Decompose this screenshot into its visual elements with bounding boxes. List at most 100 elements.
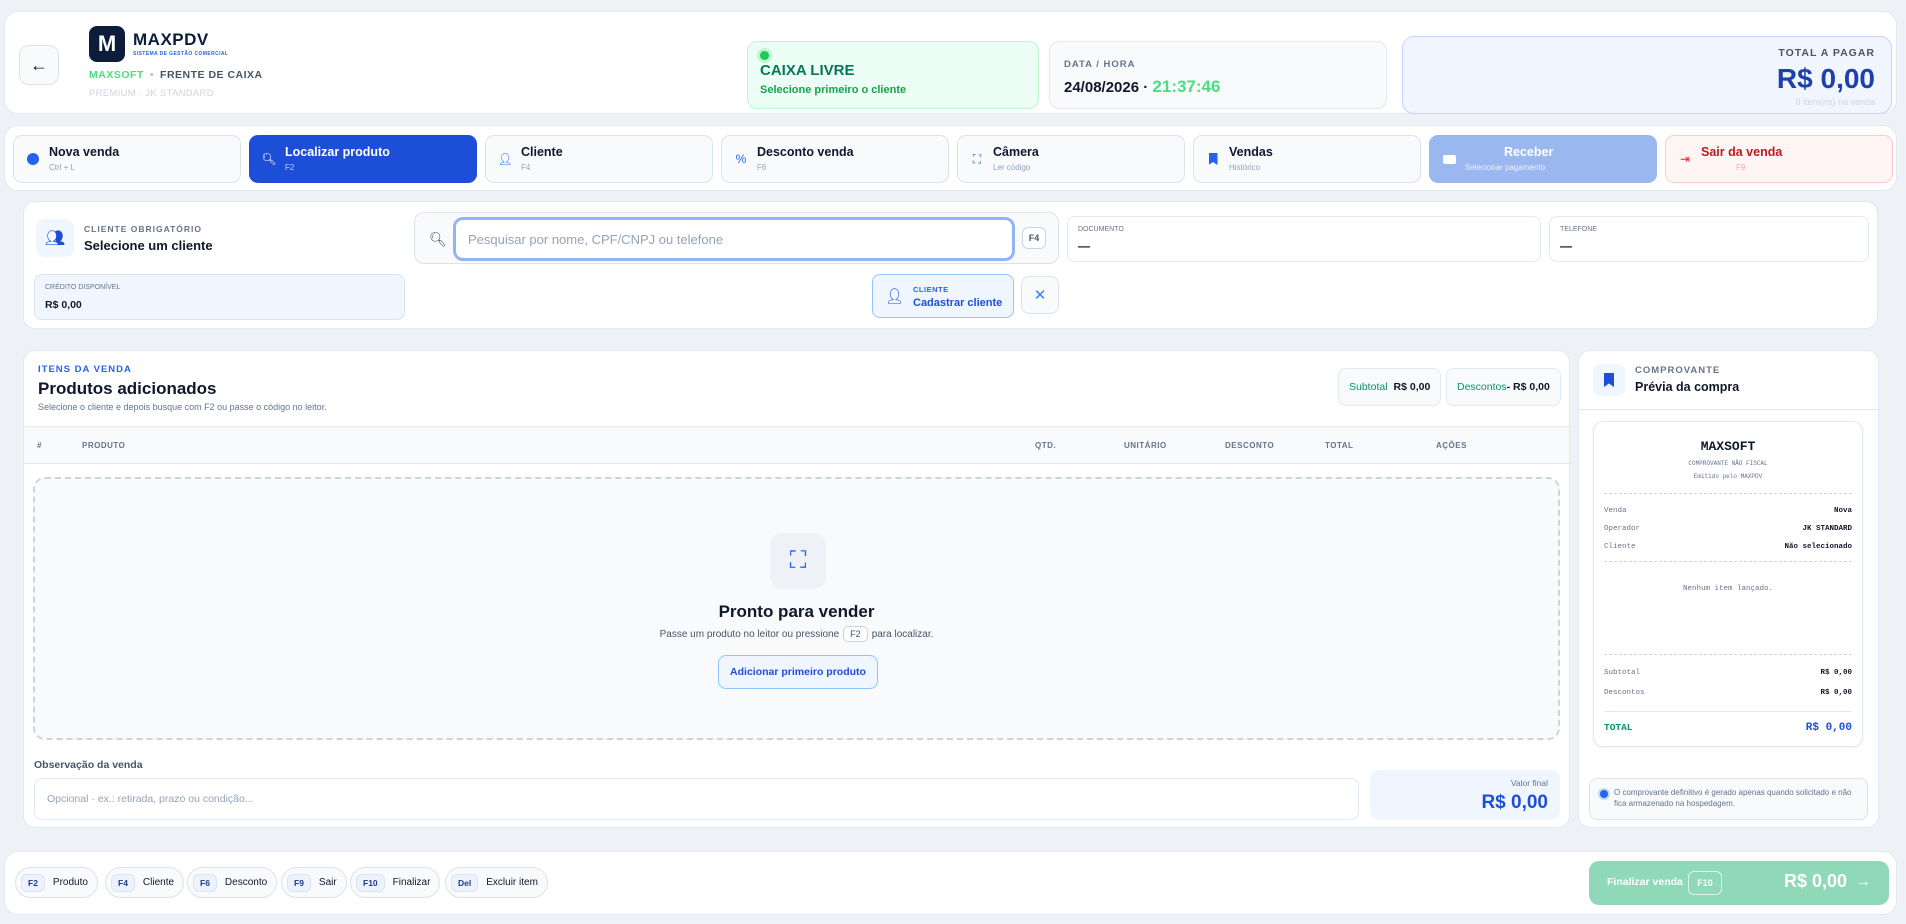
sale-discount-button[interactable]: % Desconto venda F6 xyxy=(721,135,949,183)
shortcut-exit[interactable]: F9 Sair xyxy=(281,867,347,898)
client-panel: 👥︎ CLIENTE OBRIGATÓRIO Selecione um clie… xyxy=(23,201,1878,329)
subtotal-pill-value: R$ 0,00 xyxy=(1393,381,1431,393)
receipt-divider xyxy=(1579,409,1878,410)
shortcut-label: Produto xyxy=(52,877,88,888)
shortcut-client[interactable]: F4 Cliente xyxy=(105,867,185,898)
receive-button[interactable]: Receber Selecionar pagamento xyxy=(1429,135,1657,183)
discount-pill-value: - R$ 0,00 xyxy=(1506,381,1550,393)
new-sale-shortcut: Ctrl + L xyxy=(49,163,76,172)
col-discount: DESCONTO xyxy=(1225,441,1275,450)
receipt-company: MAXSOFT xyxy=(1700,439,1756,454)
col-product: PRODUTO xyxy=(82,441,126,450)
new-sale-button[interactable]: Nova venda Ctrl + L xyxy=(13,135,241,183)
client-search-input[interactable] xyxy=(453,217,1015,261)
bookmark-icon xyxy=(1206,152,1220,166)
receipt-total-value: R$ 0,00 xyxy=(1805,722,1852,734)
breadcrumb: MAXSOFT • FRENTE DE CAIXA xyxy=(89,69,263,81)
exit-sale-button[interactable]: ⇥ Sair da venda F9 xyxy=(1665,135,1893,183)
shortcut-key: F6 xyxy=(193,873,217,892)
receipt-row-sale: Venda Nova xyxy=(1604,507,1852,515)
camera-shortcut: Ler código xyxy=(993,163,1031,172)
receipt-issuer: Emitido pelo MAXPDV xyxy=(1693,473,1763,480)
sales-history-shortcut: Histórico xyxy=(1229,163,1261,172)
col-total: TOTAL xyxy=(1325,441,1354,450)
brand-name: MAXPDV xyxy=(133,30,209,49)
receipt-divider xyxy=(1604,711,1852,712)
date-value: 24/08/2026 · xyxy=(1064,79,1153,96)
receipt-notice: O comprovante definitivo é gerado apenas… xyxy=(1589,778,1868,820)
arrow-right-icon: → xyxy=(1855,873,1871,890)
shortcut-key: F10 xyxy=(356,873,385,892)
user-plus-icon: 👤︎ xyxy=(885,288,905,305)
shortcut-delete-item[interactable]: Del Excluir item xyxy=(445,867,548,898)
col-unit-price: UNITÁRIO xyxy=(1124,441,1167,450)
subtotal-pill-label: Subtotal xyxy=(1349,381,1388,393)
breadcrumb-company: MAXSOFT xyxy=(89,69,144,81)
receipt-discounts: Descontos R$ 0,00 xyxy=(1604,689,1852,697)
receipt-subtitle: COMPROVANTE NÃO FISCAL xyxy=(1688,460,1768,467)
camera-button[interactable]: ⛶ Câmera Ler código xyxy=(957,135,1185,183)
receipt-total: TOTAL R$ 0,00 xyxy=(1604,722,1852,734)
document-value: — xyxy=(1078,239,1090,253)
cash-status: CAIXA LIVRE Selecione primeiro o cliente xyxy=(747,41,1039,109)
client-search-box: 🔍︎ F4 xyxy=(414,212,1059,264)
datetime-value: 24/08/2026 · 21:37:46 xyxy=(1064,77,1220,97)
total-to-pay-label: TOTAL A PAGAR xyxy=(1778,47,1875,59)
register-client-button[interactable]: 👤︎ CLIENTE Cadastrar cliente xyxy=(872,274,1014,318)
client-button[interactable]: 👤︎ Cliente F4 xyxy=(485,135,713,183)
receipt-subtotal-value: R$ 0,00 xyxy=(1820,669,1852,677)
search-shortcut-badge: F4 xyxy=(1022,227,1046,249)
available-credit: CRÉDITO DISPONÍVEL R$ 0,00 xyxy=(34,274,405,320)
find-product-button[interactable]: 🔍︎ Localizar produto F2 xyxy=(249,135,477,183)
shortcut-label: Sair xyxy=(318,877,337,888)
clear-client-button[interactable]: ✕ xyxy=(1021,276,1059,314)
receipt-row-value: JK STANDARD xyxy=(1802,525,1852,533)
sale-note-input[interactable] xyxy=(34,778,1359,820)
sales-history-label: Vendas xyxy=(1229,145,1273,159)
brand-subtitle: SISTEMA DE GESTÃO COMERCIAL xyxy=(133,51,229,57)
receipt-row-key: Cliente xyxy=(1604,543,1636,551)
receipt-eyebrow: COMPROVANTE xyxy=(1635,365,1721,376)
client-label: Cliente xyxy=(521,145,563,159)
receipt-row-operator: Operador JK STANDARD xyxy=(1604,525,1852,533)
register-client-label: Cadastrar cliente xyxy=(913,297,1003,309)
shortcut-key: F4 xyxy=(111,873,135,892)
receipt-divider xyxy=(1604,493,1852,494)
shortcut-key: F9 xyxy=(287,873,311,892)
back-button[interactable]: ← xyxy=(19,45,59,85)
empty-desc-post: para localizar. xyxy=(871,629,934,640)
shortcut-product[interactable]: F2 Produto xyxy=(15,867,98,898)
total-to-pay-value: R$ 0,00 xyxy=(1776,63,1875,94)
bookmark-icon xyxy=(1593,364,1625,396)
shortcut-finish[interactable]: F10 Finalizar xyxy=(350,867,441,898)
search-icon: 🔍︎ xyxy=(261,152,277,166)
discount-pill-label: Descontos xyxy=(1457,381,1507,393)
users-icon: 👥︎ xyxy=(36,219,74,257)
shortcut-label: Desconto xyxy=(224,877,268,888)
receipt-subtotal: Subtotal R$ 0,00 xyxy=(1604,669,1852,677)
receipt-panel: COMPROVANTE Prévia da compra MAXSOFT COM… xyxy=(1578,350,1879,828)
items-description: Selecione o cliente e depois busque com … xyxy=(38,402,327,412)
items-eyebrow: ITENS DA VENDA xyxy=(38,364,132,375)
shortcut-discount[interactable]: F6 Desconto xyxy=(187,867,278,898)
add-first-product-button[interactable]: Adicionar primeiro produto xyxy=(718,655,878,689)
find-product-label: Localizar produto xyxy=(285,145,390,159)
breadcrumb-separator: • xyxy=(149,69,155,81)
finish-sale-button[interactable]: Finalizar venda F10 R$ 0,00 → xyxy=(1589,861,1889,905)
scan-icon: ⛶ xyxy=(972,151,982,166)
finish-sale-label: Finalizar venda xyxy=(1607,876,1683,888)
sales-history-button[interactable]: Vendas Histórico xyxy=(1193,135,1421,183)
exit-icon: ⇥ xyxy=(1679,152,1691,166)
receipt-subtotal-label: Subtotal xyxy=(1604,669,1641,677)
dot-icon xyxy=(26,152,40,166)
subtotal-pill: Subtotal R$ 0,00 xyxy=(1338,368,1442,406)
phone-field: TELEFONE — xyxy=(1549,216,1869,262)
card-icon xyxy=(1442,152,1456,166)
client-selected-value: Selecione um cliente xyxy=(84,238,213,253)
empty-title: Pronto para vender xyxy=(718,602,875,621)
available-credit-label: CRÉDITO DISPONÍVEL xyxy=(45,284,121,291)
sale-discount-label: Desconto venda xyxy=(757,145,854,159)
plan-label: PREMIUM · JK STANDARD xyxy=(89,88,214,99)
col-qty: QTD. xyxy=(1035,441,1057,450)
items-table-header: # PRODUTO QTD. UNITÁRIO DESCONTO TOTAL A… xyxy=(24,426,1569,464)
